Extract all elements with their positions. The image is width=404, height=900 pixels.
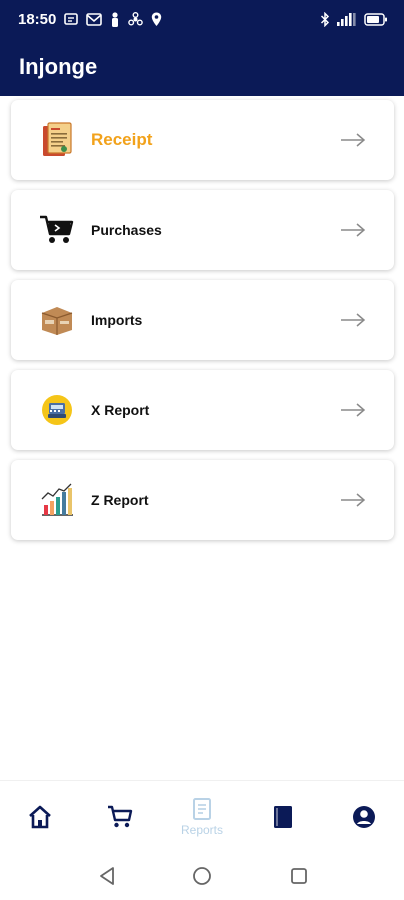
nav-reports-label: Reports <box>180 823 224 837</box>
recents-icon <box>291 868 307 884</box>
book-icon <box>274 806 292 828</box>
arrow-right-icon <box>341 493 366 507</box>
arrow-right-icon <box>341 133 366 147</box>
receipt-label: Receipt <box>91 130 153 149</box>
location-icon <box>151 12 162 27</box>
imports-label: Imports <box>91 312 143 328</box>
battery-icon <box>364 12 388 26</box>
app-title: Injonge <box>19 54 98 79</box>
x-report-card[interactable]: X Report <box>11 370 394 450</box>
receipt-icon <box>193 798 211 820</box>
nav-book[interactable] <box>253 781 313 853</box>
arrow-right-icon <box>341 313 366 327</box>
fan-icon <box>128 11 144 27</box>
status-left: 18:50 <box>18 11 162 28</box>
notification-icon <box>64 12 79 26</box>
account-icon <box>353 806 375 828</box>
status-time: 18:50 <box>18 10 57 28</box>
imports-card[interactable]: Imports <box>11 280 394 360</box>
bottom-navigation: Reports <box>0 780 404 852</box>
nav-reports[interactable]: Reports <box>172 781 232 853</box>
signal-icon <box>336 12 358 26</box>
receipt-icon <box>39 122 75 158</box>
back-icon <box>100 867 114 885</box>
home-icon <box>29 805 51 829</box>
home-button[interactable] <box>188 862 216 890</box>
receipt-card[interactable]: Receipt <box>11 100 394 180</box>
nav-cart[interactable] <box>90 781 150 853</box>
gmail-icon <box>86 12 103 26</box>
status-right <box>320 11 388 27</box>
x-report-label: X Report <box>91 402 150 418</box>
recents-button[interactable] <box>285 862 313 890</box>
nav-home[interactable] <box>10 781 70 853</box>
z-report-label: Z Report <box>91 492 149 508</box>
z-report-card[interactable]: Z Report <box>11 460 394 540</box>
arrow-right-icon <box>341 223 366 237</box>
bar-chart-icon <box>39 482 75 518</box>
purchases-card[interactable]: Purchases <box>11 190 394 270</box>
bluetooth-icon <box>320 11 330 27</box>
arrow-right-icon <box>341 403 366 417</box>
box-icon <box>39 302 75 338</box>
status-bar: 18:50 <box>0 0 404 38</box>
cart-icon <box>108 805 133 828</box>
app-bar: Injonge <box>0 38 404 96</box>
purchases-label: Purchases <box>91 222 162 238</box>
system-navigation <box>0 852 404 900</box>
circle-home-icon <box>193 867 211 885</box>
register-icon <box>39 392 75 428</box>
figure-icon <box>110 11 120 27</box>
nav-account[interactable] <box>334 781 394 853</box>
cart-icon <box>39 212 75 248</box>
back-button[interactable] <box>93 862 121 890</box>
